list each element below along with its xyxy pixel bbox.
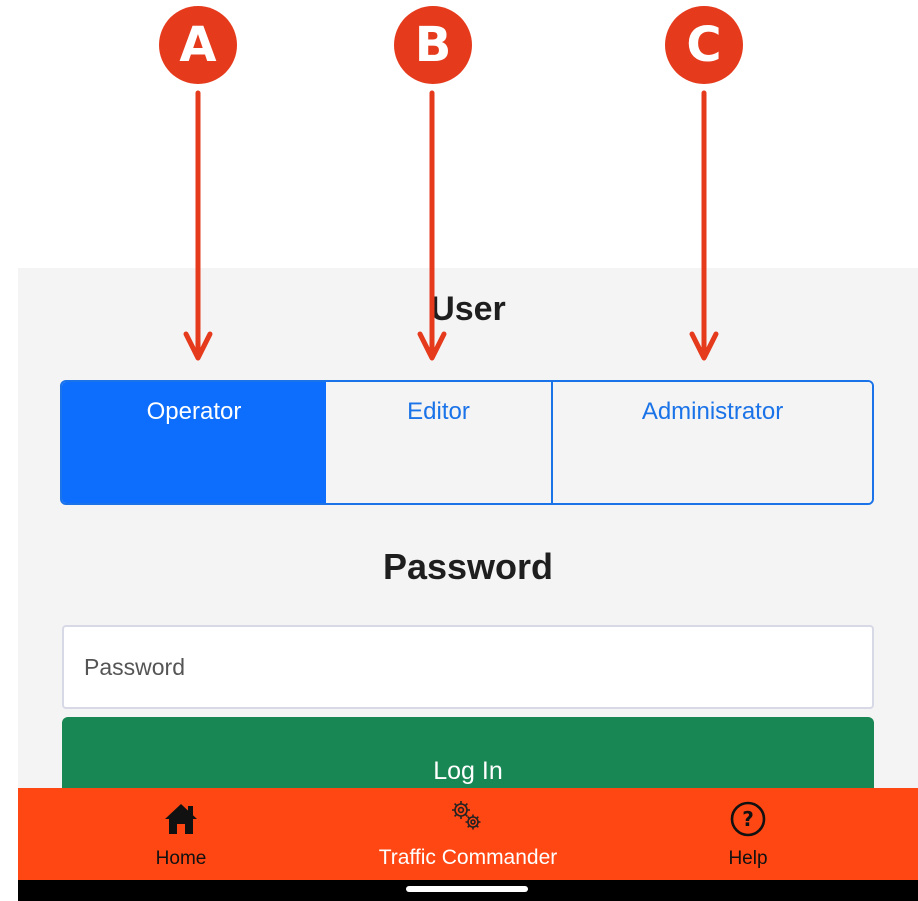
system-navigation-bar — [18, 880, 918, 901]
gears-icon — [452, 801, 481, 830]
nav-home[interactable]: Home — [131, 788, 231, 880]
role-selector: Operator Editor Administrator — [60, 380, 874, 505]
nav-help[interactable]: ? Help — [698, 788, 798, 880]
help-icon: ? — [730, 801, 766, 837]
nav-traffic-commander[interactable]: Traffic Commander — [343, 788, 593, 880]
role-editor-button[interactable]: Editor — [326, 382, 553, 503]
bottom-nav: Home Traffic Commander ? Help — [18, 788, 918, 880]
password-title: Password — [382, 546, 554, 587]
password-input[interactable] — [62, 625, 874, 709]
home-icon — [165, 804, 197, 834]
login-screen: User Operator Editor Administrator Passw… — [18, 268, 918, 901]
nav-traffic-commander-label: Traffic Commander — [378, 846, 558, 869]
home-indicator[interactable] — [406, 886, 528, 892]
callout-badge-b: B — [394, 6, 472, 84]
callout-badge-c: C — [665, 6, 743, 84]
nav-help-label: Help — [728, 848, 768, 869]
role-operator-button[interactable]: Operator — [62, 382, 326, 503]
svg-text:?: ? — [742, 807, 754, 831]
user-title: User — [430, 290, 506, 328]
callout-badge-a: A — [159, 6, 237, 84]
role-administrator-button[interactable]: Administrator — [553, 382, 872, 503]
nav-home-label: Home — [155, 848, 207, 869]
screen: A B C User Operator Editor Administrator… — [0, 0, 918, 901]
